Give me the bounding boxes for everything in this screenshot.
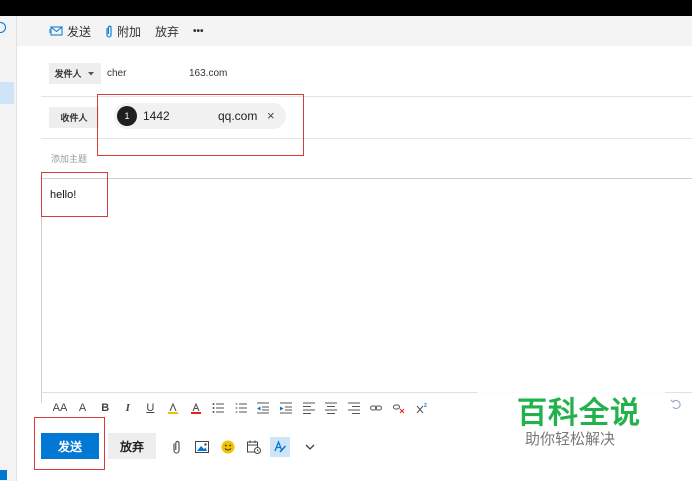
- to-label: 收件人: [60, 113, 88, 123]
- highlight-box-send: [34, 417, 105, 470]
- undo-icon[interactable]: [666, 384, 692, 424]
- toolbar-send-label: 发送: [67, 24, 92, 39]
- underline-icon[interactable]: U: [142, 400, 158, 416]
- toolbar-discard-label: 放弃: [155, 24, 180, 39]
- underline-glyph: U: [146, 402, 155, 414]
- toolbar-send-button[interactable]: 发送: [49, 23, 91, 40]
- message-body[interactable]: hello!: [41, 178, 692, 403]
- watermark: 百科全说 助你轻松解决: [477, 384, 665, 450]
- italic-glyph: I: [125, 402, 130, 414]
- unlink-icon[interactable]: [391, 400, 407, 416]
- bullets-icon[interactable]: [210, 400, 226, 416]
- discard-button-label: 放弃: [119, 439, 144, 454]
- schedule-icon[interactable]: [246, 439, 262, 455]
- from-address-domain: 163.com: [189, 68, 228, 79]
- insert-picture-icon[interactable]: [194, 439, 210, 455]
- grow-font-glyph: A: [78, 402, 87, 414]
- search-icon[interactable]: [0, 22, 6, 33]
- discard-button[interactable]: 放弃: [108, 433, 156, 459]
- superscript-icon[interactable]: 2: [414, 400, 430, 416]
- chevron-down-icon[interactable]: [302, 439, 318, 455]
- attach-file-icon[interactable]: [168, 439, 184, 455]
- nav-accent: [0, 470, 7, 480]
- from-row: 发件人 cher 163.com: [41, 46, 692, 97]
- toolbar-attach-label: 附加: [117, 24, 142, 39]
- indent-icon[interactable]: [278, 400, 294, 416]
- from-selector-button[interactable]: 发件人: [49, 63, 101, 84]
- bold-icon[interactable]: B: [97, 400, 113, 416]
- compose-toolbar: 发送 附加 放弃 •••: [17, 16, 692, 46]
- watermark-subtitle: 助你轻松解决: [525, 431, 616, 448]
- grow-font-icon[interactable]: A: [75, 400, 91, 416]
- watermark-title: 百科全说: [517, 397, 641, 430]
- highlight-icon[interactable]: [165, 400, 181, 416]
- more-icon: •••: [193, 25, 204, 37]
- highlight-box-body: [41, 172, 108, 217]
- send-icon: [49, 26, 63, 36]
- font-size-icon[interactable]: AA: [52, 400, 68, 416]
- align-left-icon[interactable]: [301, 400, 317, 416]
- to-button[interactable]: 收件人: [49, 107, 99, 128]
- from-label: 发件人: [54, 69, 82, 79]
- numbering-icon[interactable]: [233, 400, 249, 416]
- subject-input[interactable]: 添加主题: [51, 152, 87, 165]
- paperclip-icon: [106, 25, 112, 38]
- highlight-box-recipient: [97, 94, 304, 156]
- toolbar-discard-button[interactable]: 放弃: [155, 23, 179, 40]
- font-color-icon[interactable]: [188, 400, 204, 416]
- align-center-icon[interactable]: [323, 400, 339, 416]
- outdent-icon[interactable]: [255, 400, 271, 416]
- editor-icon[interactable]: [270, 437, 290, 457]
- more-options-button[interactable]: •••: [193, 26, 204, 37]
- selected-folder-indicator[interactable]: [0, 82, 14, 104]
- align-right-icon[interactable]: [346, 400, 362, 416]
- font-size-glyph: AA: [52, 402, 68, 414]
- from-address-user: cher: [107, 68, 127, 79]
- link-icon[interactable]: [368, 400, 384, 416]
- left-nav-strip: [0, 16, 17, 481]
- italic-icon[interactable]: I: [120, 400, 136, 416]
- emoji-icon[interactable]: [220, 439, 236, 455]
- bold-glyph: B: [101, 402, 110, 414]
- chevron-down-icon: [87, 71, 94, 75]
- window-top-bar: [0, 0, 692, 16]
- toolbar-attach-button[interactable]: 附加: [105, 23, 141, 40]
- svg-text:2: 2: [424, 403, 427, 409]
